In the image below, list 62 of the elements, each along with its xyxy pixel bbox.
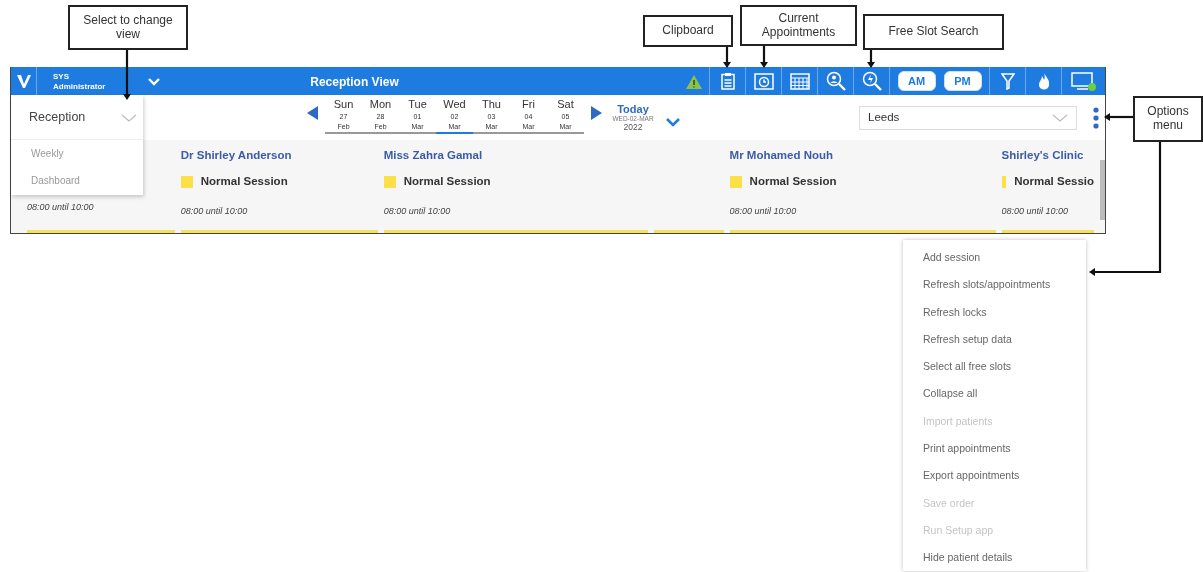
callout-arrow — [123, 50, 131, 100]
session-marker — [180, 175, 193, 188]
period-button[interactable]: AM — [897, 71, 936, 91]
callout-label: Clipboard — [643, 15, 733, 47]
session-marker — [729, 175, 742, 188]
chevron-down-icon[interactable] — [666, 117, 680, 127]
menu-item[interactable]: Refresh setup data — [903, 325, 1086, 354]
menu-item[interactable]: Add session — [903, 244, 1086, 272]
session-label: Normal Session — [729, 173, 996, 191]
session-label: Normal Session — [180, 173, 378, 191]
menu-item[interactable]: Refresh locks — [903, 298, 1086, 326]
user-search-icon[interactable] — [825, 71, 846, 91]
scrollbar — [1100, 160, 1105, 220]
menu-item[interactable]: Export appointments — [903, 462, 1086, 490]
clinician-name[interactable]: Mr Mohamed Nouh — [729, 147, 996, 165]
lightning-search-icon[interactable] — [861, 71, 882, 91]
session-time: 08:00 until 10:00 — [27, 201, 95, 215]
callout-label: Select to change view — [68, 5, 188, 50]
view-select-value[interactable]: Reception — [29, 107, 86, 127]
callout-arrow — [867, 50, 875, 68]
next-arrow-icon[interactable] — [590, 106, 602, 121]
callout-arrow — [760, 46, 768, 68]
menu-item[interactable]: Select all free slots — [903, 353, 1086, 381]
session-time: 08:00 until 10:00 — [180, 204, 249, 218]
user-name: SYS — [53, 73, 70, 81]
view-dropdown[interactable]: Reception Weekly Dashboard — [11, 95, 143, 195]
session-marker — [383, 175, 396, 188]
session-time: 08:00 until 10:00 — [729, 204, 798, 218]
calendar-icon[interactable] — [789, 72, 810, 90]
logo-icon — [15, 73, 32, 89]
previous-arrow-icon[interactable] — [307, 106, 319, 121]
clinician-name[interactable]: Miss Zahra Gamal — [383, 147, 648, 165]
callout-arrow — [723, 47, 731, 68]
session-time: 08:00 until 10:00 — [1001, 204, 1070, 218]
session-label: Normal Sessio — [1001, 173, 1095, 191]
flame-icon[interactable] — [1036, 72, 1051, 90]
monitor-icon[interactable] — [1070, 71, 1097, 91]
today-year: 2022 — [622, 122, 644, 133]
today-link[interactable]: Today — [608, 102, 658, 116]
window-title: Reception View — [310, 75, 399, 89]
callout-label: Free Slot Search — [863, 14, 1004, 50]
period-button[interactable]: PM — [943, 71, 982, 91]
user-name: Administrator — [53, 83, 107, 91]
warning-icon[interactable] — [685, 73, 703, 90]
clinician-name[interactable]: Dr Shirley Anderson — [180, 147, 378, 165]
callout-label: Options menu — [1133, 96, 1203, 142]
session-label: Normal Session — [383, 173, 648, 191]
clock-icon[interactable] — [753, 72, 774, 90]
session-marker — [1001, 175, 1007, 188]
callout-label: Current Appointments — [740, 5, 857, 46]
more-options-icon[interactable] — [1093, 107, 1099, 130]
menu-item[interactable]: Hide patient details — [903, 544, 1086, 572]
menu-item[interactable]: Refresh slots/appointments — [903, 271, 1086, 299]
clipboard-icon[interactable] — [720, 72, 735, 90]
menu-item[interactable]: Print appointments — [903, 435, 1086, 463]
filter-icon[interactable] — [1000, 72, 1015, 90]
chevron-down-icon — [1052, 113, 1068, 122]
menu-item[interactable]: Collapse all — [903, 380, 1086, 408]
callout-arrow — [1104, 113, 1133, 121]
session-time: 08:00 until 10:00 — [383, 204, 452, 218]
location-select[interactable]: Leeds — [859, 105, 1077, 130]
clinician-name[interactable]: Shirley's Clinic — [1001, 147, 1095, 165]
